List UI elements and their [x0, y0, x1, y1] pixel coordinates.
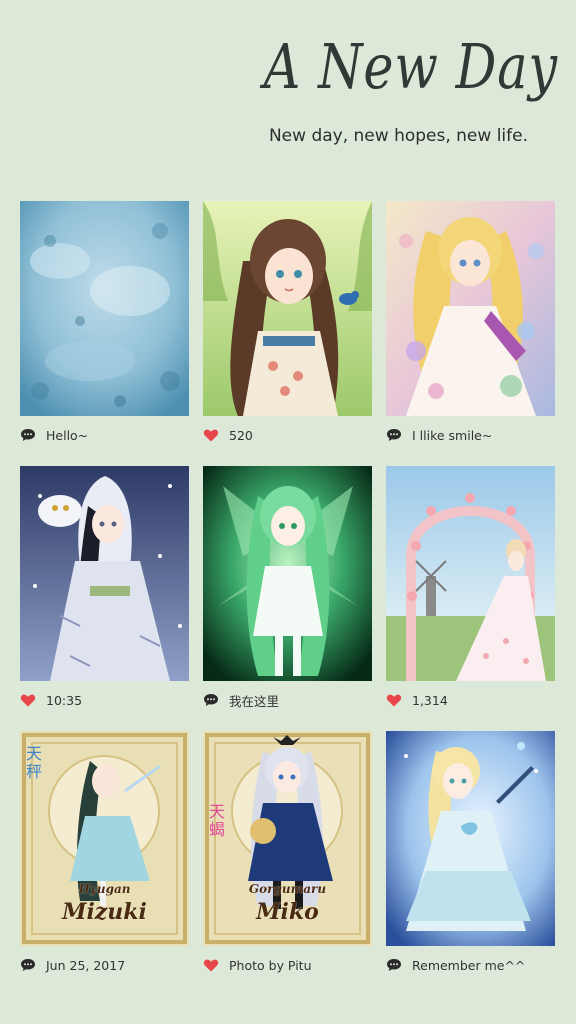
caption-text: 10:35 [46, 692, 83, 708]
post-image[interactable] [203, 466, 372, 681]
post-caption: 10:35 [20, 691, 189, 709]
page-subtitle: New day, new hopes, new life. [268, 126, 528, 146]
post-image[interactable] [386, 201, 555, 416]
post-card[interactable]: 天蝎 Gorgumaru Miko Photo by Pitu [203, 731, 372, 986]
post-image[interactable] [386, 466, 555, 681]
caption-text: 520 [229, 427, 253, 443]
post-image[interactable]: 天蝎 Gorgumaru Miko [203, 731, 372, 946]
card-name-small: Hyugan [78, 882, 131, 896]
post-caption: Remember me^^ [386, 956, 555, 974]
card-name-small: Gorgumaru [248, 882, 327, 896]
heart-icon[interactable] [203, 957, 219, 973]
post-caption: Jun 25, 2017 [20, 956, 189, 974]
caption-text: I llike smile~ [412, 427, 493, 443]
post-caption: Hello~ [20, 426, 189, 444]
post-card[interactable]: 10:35 [20, 466, 189, 721]
heart-icon[interactable] [20, 692, 36, 708]
post-grid: Hello~ 520 I llike smile~ 10:35 我在这里 1,3… [20, 201, 555, 981]
comment-icon[interactable] [203, 692, 219, 708]
post-caption: 我在这里 [203, 691, 372, 709]
caption-text: Hello~ [46, 427, 89, 443]
post-image[interactable]: 天秤 Hyugan Mizuki [20, 731, 189, 946]
post-card[interactable]: 1,314 [386, 466, 555, 721]
zodiac-sign-text: 天秤 [26, 744, 43, 781]
card-name-big: Miko [256, 899, 319, 925]
header: A New Day New day, new hopes, new life. [0, 0, 576, 200]
caption-text: Jun 25, 2017 [46, 957, 126, 973]
comment-icon[interactable] [20, 957, 36, 973]
post-card[interactable]: Hello~ [20, 201, 189, 456]
post-image[interactable] [20, 466, 189, 681]
post-card[interactable]: 天秤 Hyugan Mizuki Jun 25, 2017 [20, 731, 189, 986]
zodiac-sign-text: 天蝎 [209, 802, 226, 839]
post-image[interactable] [203, 201, 372, 416]
post-caption: 520 [203, 426, 372, 444]
post-image[interactable] [386, 731, 555, 946]
post-caption: I llike smile~ [386, 426, 555, 444]
post-card[interactable]: 我在这里 [203, 466, 372, 721]
caption-text: Remember me^^ [412, 957, 526, 973]
caption-text: Photo by Pitu [229, 957, 312, 973]
post-card[interactable]: 520 [203, 201, 372, 456]
post-caption: Photo by Pitu [203, 956, 372, 974]
card-name-big: Mizuki [62, 899, 147, 925]
page-title: A New Day [263, 30, 558, 103]
caption-text: 1,314 [412, 692, 448, 708]
heart-icon[interactable] [386, 692, 402, 708]
caption-text: 我在这里 [229, 693, 280, 709]
post-image[interactable] [20, 201, 189, 416]
post-caption: 1,314 [386, 691, 555, 709]
heart-icon[interactable] [203, 427, 219, 443]
comment-icon[interactable] [386, 427, 402, 443]
post-card[interactable]: I llike smile~ [386, 201, 555, 456]
comment-icon[interactable] [20, 427, 36, 443]
comment-icon[interactable] [386, 957, 402, 973]
post-card[interactable]: Remember me^^ [386, 731, 555, 986]
